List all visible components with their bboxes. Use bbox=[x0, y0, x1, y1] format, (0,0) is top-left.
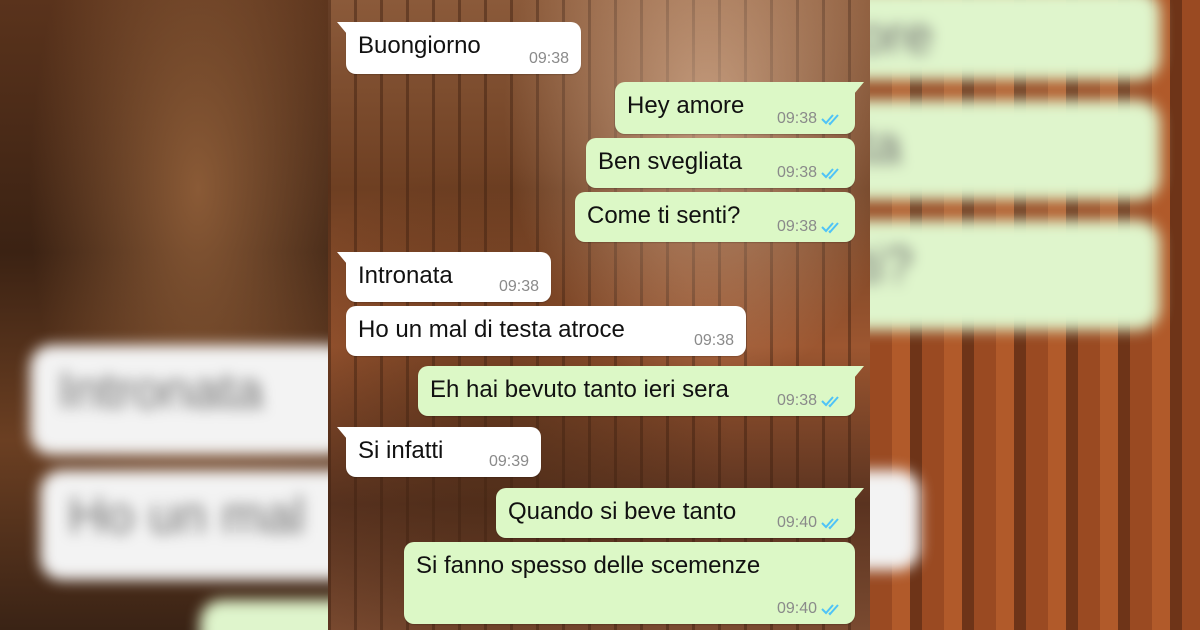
blurred-background-left: Intronata Ho un mal bbox=[0, 0, 330, 630]
double-check-icon bbox=[821, 604, 839, 616]
double-check-icon bbox=[821, 518, 839, 530]
message-time: 09:38 bbox=[776, 110, 817, 127]
double-check-icon bbox=[821, 396, 839, 408]
double-check-icon bbox=[821, 222, 839, 234]
blurred-bubble: Ho un mal bbox=[40, 470, 330, 580]
double-check-icon bbox=[821, 114, 839, 126]
message-meta: 09:38 bbox=[777, 164, 843, 182]
message-time: 09:40 bbox=[776, 600, 817, 617]
message-meta: 09:40 bbox=[777, 514, 843, 532]
blurred-bubble: ta bbox=[870, 100, 1160, 200]
message-bubble-incoming[interactable]: Si infatti 09:39 bbox=[337, 427, 541, 477]
blurred-bubble: ti? bbox=[870, 220, 1160, 330]
message-time: 09:38 bbox=[776, 164, 817, 181]
message-meta: 09:38 bbox=[777, 218, 843, 236]
blurred-text: ore bbox=[870, 7, 934, 65]
blurred-bubble bbox=[870, 470, 920, 570]
message-bubble-outgoing[interactable]: Ben svegliata 09:38 bbox=[586, 138, 855, 188]
chat-panel[interactable]: Buongiorno 09:38 Hey amore 09:38 Ben sve… bbox=[328, 0, 870, 630]
message-meta: 09:40 bbox=[777, 600, 843, 618]
message-time: 09:38 bbox=[528, 50, 569, 67]
message-meta: 09:38 bbox=[777, 110, 843, 128]
message-bubble-outgoing[interactable]: Hey amore 09:38 bbox=[615, 82, 864, 134]
blurred-text: Intronata bbox=[58, 362, 264, 420]
message-bubble-outgoing[interactable]: Eh hai bevuto tanto ieri sera 09:38 bbox=[418, 366, 864, 416]
message-meta: 09:38 bbox=[499, 278, 539, 296]
message-time: 09:38 bbox=[693, 332, 734, 349]
message-bubble-incoming[interactable]: Buongiorno 09:38 bbox=[337, 22, 581, 74]
message-time: 09:40 bbox=[776, 514, 817, 531]
message-meta: 09:38 bbox=[529, 50, 569, 68]
blurred-bubble: Intronata bbox=[30, 345, 330, 455]
message-bubble-outgoing[interactable]: Quando si beve tanto 09:40 bbox=[496, 488, 864, 538]
blurred-text: Ho un mal bbox=[68, 487, 305, 545]
message-meta: 09:38 bbox=[694, 332, 734, 350]
blurred-bubble bbox=[200, 600, 330, 630]
message-bubble-incoming[interactable]: Intronata 09:38 bbox=[337, 252, 551, 302]
blurred-background-right: ore ta ti? bbox=[870, 0, 1200, 630]
message-time: 09:38 bbox=[776, 218, 817, 235]
blurred-text: ti? bbox=[870, 237, 913, 295]
message-bubble-outgoing[interactable]: Come ti senti? 09:38 bbox=[575, 192, 855, 242]
message-time: 09:38 bbox=[776, 392, 817, 409]
blurred-bubble: ore bbox=[870, 0, 1160, 80]
message-time: 09:39 bbox=[488, 453, 529, 470]
message-bubble-outgoing[interactable]: Si fanno spesso delle scemenze 09:40 bbox=[404, 542, 855, 624]
blurred-text: ta bbox=[870, 117, 902, 175]
message-text: Ho un mal di testa atroce bbox=[358, 316, 625, 343]
message-meta: 09:38 bbox=[777, 392, 843, 410]
message-time: 09:38 bbox=[498, 278, 539, 295]
message-text: Si fanno spesso delle scemenze bbox=[416, 552, 761, 579]
double-check-icon bbox=[821, 168, 839, 180]
message-meta: 09:39 bbox=[489, 453, 529, 471]
message-bubble-incoming[interactable]: Ho un mal di testa atroce 09:38 bbox=[346, 306, 746, 356]
